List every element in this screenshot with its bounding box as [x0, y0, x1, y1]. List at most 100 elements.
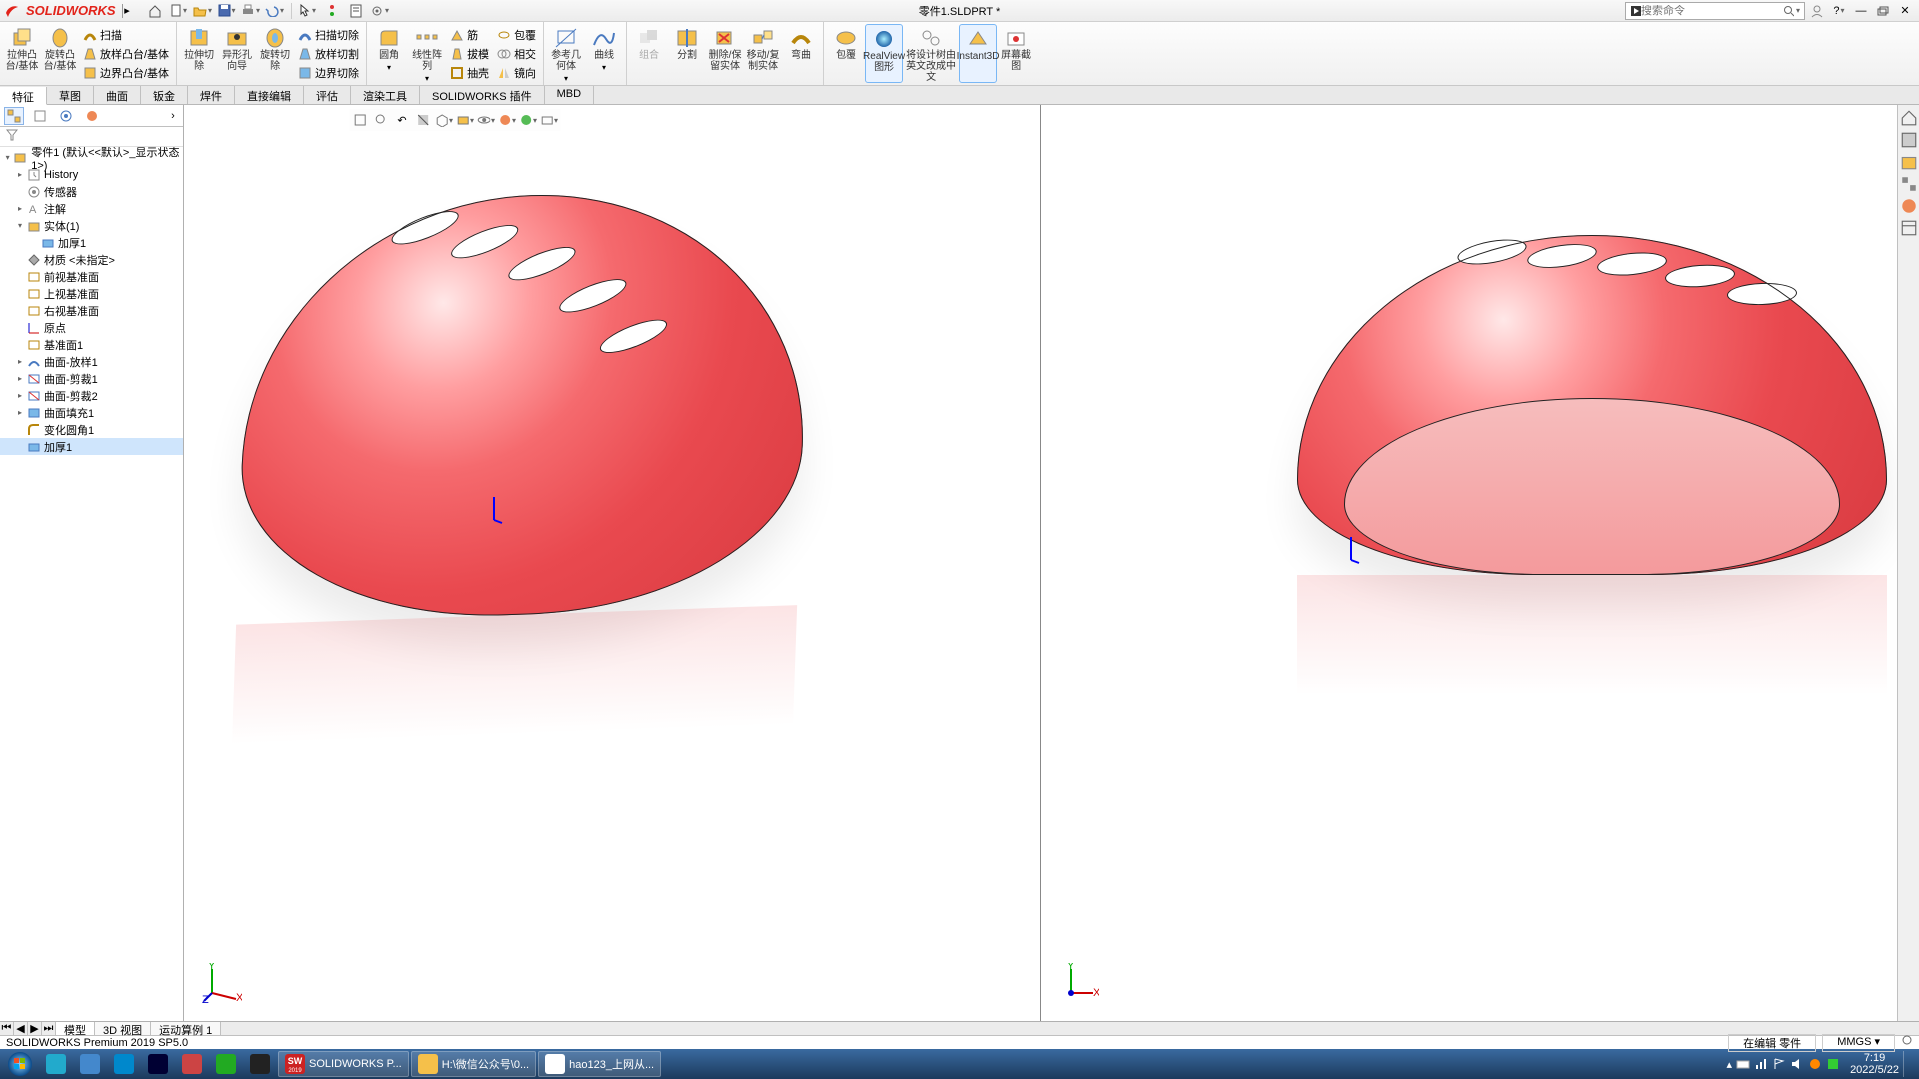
- home-pane-icon[interactable]: [1900, 109, 1918, 127]
- tree-item[interactable]: 右视基准面: [0, 302, 183, 319]
- boundary-boss-button[interactable]: 边界凸台/基体: [79, 64, 173, 82]
- curves-button[interactable]: 曲线▾: [585, 24, 623, 83]
- tray-icon[interactable]: [1736, 1057, 1750, 1071]
- draft-button[interactable]: 拔模: [446, 45, 493, 63]
- taskbar-pinned-downloads[interactable]: [74, 1051, 106, 1077]
- tab-nav-prev[interactable]: ◀: [14, 1022, 28, 1035]
- linear-pattern-button[interactable]: 线性阵列▾: [408, 24, 446, 83]
- graphics-area[interactable]: ↶ YXZ: [184, 105, 1897, 1021]
- edit-appearance-icon[interactable]: [498, 111, 516, 129]
- cm-tab-特征[interactable]: 特征: [0, 87, 47, 105]
- cm-tab-焊件[interactable]: 焊件: [188, 86, 235, 104]
- tree-item[interactable]: 加厚1: [0, 234, 183, 251]
- open-button[interactable]: [192, 2, 214, 20]
- loft-boss-button[interactable]: 放样凸台/基体: [79, 45, 173, 63]
- combine-button[interactable]: 组合: [630, 24, 668, 83]
- cm-tab-评估[interactable]: 评估: [304, 86, 351, 104]
- options-button[interactable]: [369, 2, 391, 20]
- tray-up-icon[interactable]: ▴: [1727, 1058, 1733, 1071]
- config-manager-tab[interactable]: [56, 107, 76, 125]
- swept-cut-button[interactable]: 扫描切除: [294, 26, 363, 44]
- bottom-tab[interactable]: 3D 视图: [95, 1022, 151, 1035]
- appearances-icon[interactable]: [1900, 197, 1918, 215]
- tree-item[interactable]: ▸曲面-剪裁1: [0, 370, 183, 387]
- dimxpert-tab[interactable]: [82, 107, 102, 125]
- start-button[interactable]: [2, 1050, 38, 1078]
- property-manager-tab[interactable]: [30, 107, 50, 125]
- taskbar-running[interactable]: SW2019SOLIDWORKS P...: [278, 1051, 409, 1077]
- status-units[interactable]: MMGS ▾: [1822, 1034, 1895, 1052]
- feature-tree-tab[interactable]: [4, 107, 24, 125]
- view-settings-icon[interactable]: [540, 111, 558, 129]
- hide-show-icon[interactable]: [477, 111, 495, 129]
- bottom-tab[interactable]: 模型: [56, 1022, 95, 1035]
- tray-app2-icon[interactable]: [1826, 1057, 1840, 1071]
- tree-item[interactable]: ▾实体(1): [0, 217, 183, 234]
- shell-button[interactable]: 抽壳: [446, 64, 493, 82]
- taskbar-clock[interactable]: 7:19 2022/5/22: [1850, 1052, 1899, 1076]
- intersect-button[interactable]: 相交: [493, 45, 540, 63]
- taskbar-pinned-edge[interactable]: [108, 1051, 140, 1077]
- move-copy-button[interactable]: 移动/复制实体: [744, 24, 782, 83]
- tree-lang-button[interactable]: 将设计树由英文改成中文: [903, 24, 959, 83]
- split-button[interactable]: 分割: [668, 24, 706, 83]
- file-explorer-icon[interactable]: [1900, 153, 1918, 171]
- panel-expand-icon[interactable]: ›: [163, 107, 183, 125]
- print-button[interactable]: [240, 2, 262, 20]
- tree-item[interactable]: 原点: [0, 319, 183, 336]
- cm-tab-直接编辑[interactable]: 直接编辑: [235, 86, 304, 104]
- custom-props-icon[interactable]: [1900, 219, 1918, 237]
- tab-nav-first[interactable]: ⏮: [0, 1022, 14, 1035]
- view-orientation-icon[interactable]: [435, 111, 453, 129]
- loft-cut-button[interactable]: 放样切割: [294, 45, 363, 63]
- wrap2-button[interactable]: 包覆: [827, 24, 865, 83]
- close-button[interactable]: ✕: [1895, 3, 1915, 19]
- design-library-icon[interactable]: [1900, 131, 1918, 149]
- search-commands-box[interactable]: ▾: [1625, 2, 1805, 20]
- instant3d-button[interactable]: Instant3D: [959, 24, 997, 83]
- tree-item[interactable]: 基准面1: [0, 336, 183, 353]
- prev-view-icon[interactable]: ↶: [393, 111, 411, 129]
- realview-button[interactable]: RealView 图形: [865, 24, 903, 83]
- tray-app-icon[interactable]: [1808, 1057, 1822, 1071]
- restore-button[interactable]: [1873, 3, 1893, 19]
- taskbar-pinned-recorder[interactable]: [176, 1051, 208, 1077]
- tree-filter[interactable]: [0, 127, 183, 147]
- save-button[interactable]: [216, 2, 238, 20]
- revolve-boss-button[interactable]: 旋转凸台/基体: [41, 24, 79, 83]
- taskbar-pinned-photoshop[interactable]: [142, 1051, 174, 1077]
- wrap-button[interactable]: 包覆: [493, 26, 540, 44]
- tree-item[interactable]: 材质 <未指定>: [0, 251, 183, 268]
- hole-wizard-button[interactable]: 异形孔向导: [218, 24, 256, 83]
- flex-button[interactable]: 弯曲: [782, 24, 820, 83]
- search-icon[interactable]: [1783, 5, 1794, 17]
- extrude-cut-button[interactable]: 拉伸切除: [180, 24, 218, 83]
- view-palette-icon[interactable]: [1900, 175, 1918, 193]
- tree-item[interactable]: 传感器: [0, 183, 183, 200]
- show-desktop-button[interactable]: [1903, 1051, 1911, 1077]
- rebuild-button[interactable]: [321, 2, 343, 20]
- taskbar-running[interactable]: H:\微信公众号\0...: [411, 1051, 536, 1077]
- taskbar-pinned-wechat[interactable]: [210, 1051, 242, 1077]
- delete-keep-button[interactable]: 删除/保留实体: [706, 24, 744, 83]
- screenshot-button[interactable]: 屏幕截图: [997, 24, 1035, 83]
- tree-item[interactable]: 变化圆角1: [0, 421, 183, 438]
- cm-tab-钣金[interactable]: 钣金: [141, 86, 188, 104]
- tree-item[interactable]: ▸曲面-剪裁2: [0, 387, 183, 404]
- cm-tab-SOLIDWORKS 插件[interactable]: SOLIDWORKS 插件: [420, 86, 545, 104]
- undo-button[interactable]: [264, 2, 286, 20]
- section-view-icon[interactable]: [414, 111, 432, 129]
- tree-item[interactable]: 加厚1: [0, 438, 183, 455]
- tray-volume-icon[interactable]: [1790, 1057, 1804, 1071]
- rib-button[interactable]: 筋: [446, 26, 493, 44]
- tray-flag-icon[interactable]: [1772, 1057, 1786, 1071]
- boundary-cut-button[interactable]: 边界切除: [294, 64, 363, 82]
- apply-scene-icon[interactable]: [519, 111, 537, 129]
- select-button[interactable]: [297, 2, 319, 20]
- help-button[interactable]: ?: [1829, 3, 1849, 19]
- tree-item[interactable]: 前视基准面: [0, 268, 183, 285]
- display-style-icon[interactable]: [456, 111, 474, 129]
- file-properties-button[interactable]: [345, 2, 367, 20]
- taskbar-pinned-tool-ok[interactable]: [244, 1051, 276, 1077]
- tree-item[interactable]: ▸A注解: [0, 200, 183, 217]
